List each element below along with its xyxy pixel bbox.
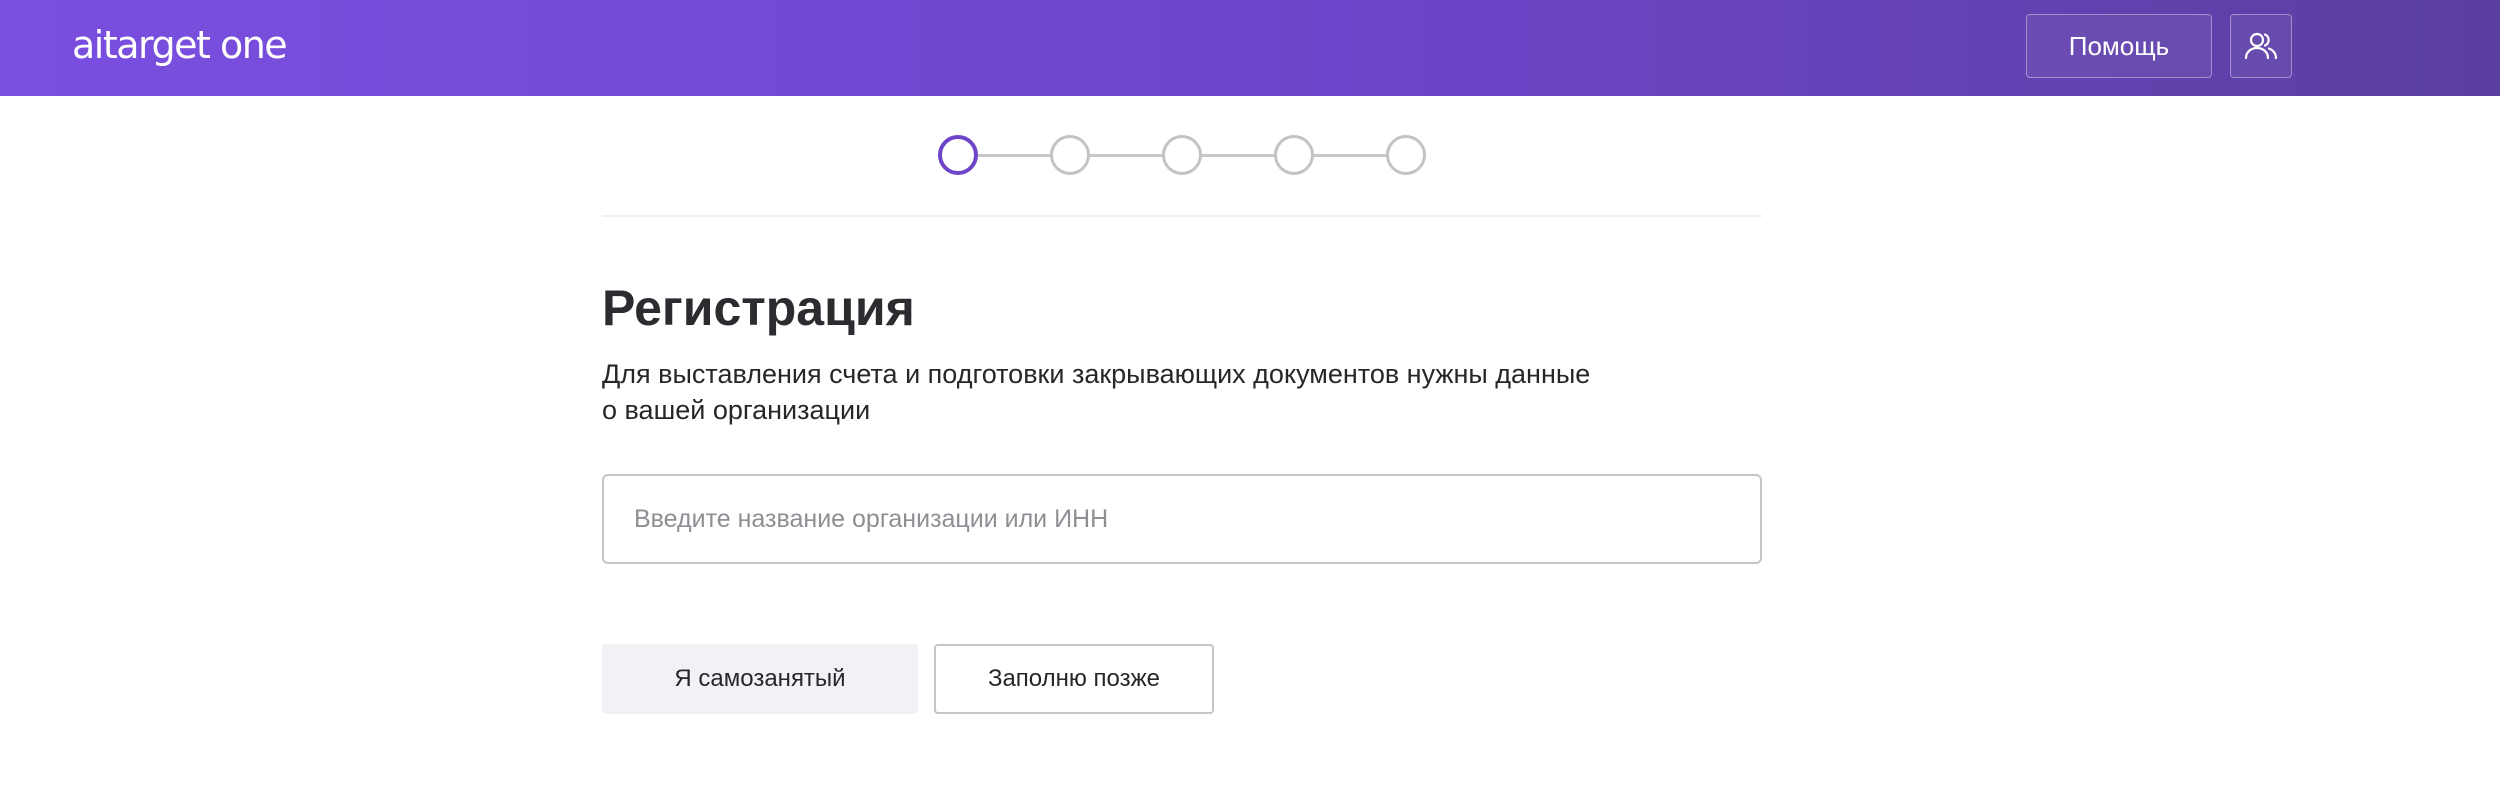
fill-later-button[interactable]: Заполню позже [934,644,1214,714]
stepper-connector [978,154,1050,157]
stepper-connector [1314,154,1386,157]
organization-search-input[interactable] [602,474,1762,564]
description-line-2: о вашей организации [602,395,871,425]
step-1-indicator [938,135,978,175]
help-button[interactable]: Помощь [2026,14,2212,78]
step-3-indicator [1162,135,1202,175]
self-employed-button[interactable]: Я самозанятый [602,644,918,714]
step-4-indicator [1274,135,1314,175]
registration-stepper [938,135,1428,175]
page-title: Регистрация [602,280,915,336]
section-divider [602,215,1762,217]
app-logo[interactable]: aitarget one [72,20,288,70]
stepper-connector [1090,154,1162,157]
step-2-indicator [1050,135,1090,175]
account-button[interactable] [2230,14,2292,78]
page-description: Для выставления счета и подготовки закры… [602,356,1752,428]
users-icon [2244,32,2278,60]
description-line-1: Для выставления счета и подготовки закры… [602,359,1591,389]
top-bar: aitarget one Помощь [0,0,2500,96]
step-5-indicator [1386,135,1426,175]
stepper-connector [1202,154,1274,157]
